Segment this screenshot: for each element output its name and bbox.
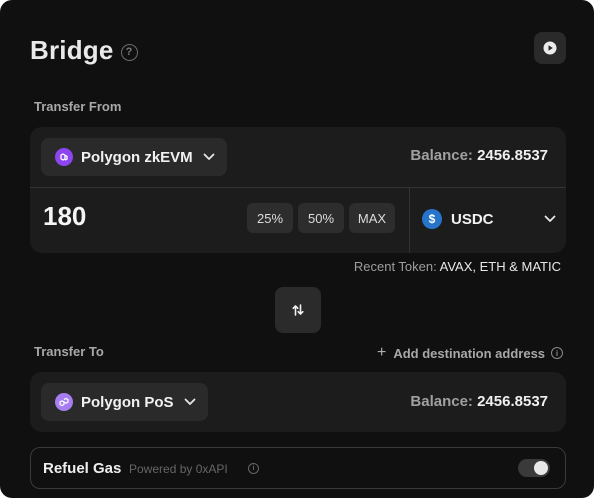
add-destination-button[interactable]: + Add destination address i	[377, 344, 564, 362]
chevron-down-icon	[203, 153, 215, 160]
source-balance: Balance: 2456.8537	[410, 147, 548, 164]
info-icon[interactable]: i	[248, 463, 259, 474]
transfer-from-card: Polygon zkEVM Balance: 2456.8537 180 25%…	[30, 127, 566, 253]
usdc-logo-icon: $	[422, 209, 442, 229]
token-select[interactable]: $ USDC	[422, 209, 556, 229]
source-balance-label: Balance:	[410, 147, 473, 164]
bridge-panel: Bridge ? Transfer From Polygon zkEVM Bal…	[0, 0, 594, 498]
refuel-gas-toggle[interactable]	[518, 459, 550, 477]
destination-balance-label: Balance:	[410, 393, 473, 410]
amount-input[interactable]: 180	[43, 201, 86, 232]
destination-balance-value: 2456.8537	[477, 393, 548, 410]
page-title: Bridge	[30, 34, 114, 65]
info-icon: i	[551, 347, 564, 359]
recent-tokens: Recent Token: AVAX, ETH & MATIC	[354, 259, 561, 274]
recent-tokens-list[interactable]: AVAX, ETH & MATIC	[440, 259, 561, 274]
polygon-pos-logo-icon	[55, 393, 73, 411]
percent-25-button[interactable]: 25%	[247, 203, 293, 233]
play-icon	[543, 41, 557, 55]
token-name: USDC	[451, 210, 494, 228]
destination-balance: Balance: 2456.8537	[410, 393, 548, 410]
transfer-to-card: Polygon PoS Balance: 2456.8537	[30, 372, 566, 432]
source-chain-name: Polygon zkEVM	[81, 148, 193, 166]
recent-tokens-label: Recent Token:	[353, 259, 437, 274]
source-chain-select[interactable]: Polygon zkEVM	[41, 138, 227, 176]
swap-direction-button[interactable]	[275, 287, 321, 333]
toggle-knob	[534, 461, 548, 475]
plus-icon: +	[377, 344, 387, 361]
chevron-down-icon	[184, 398, 195, 405]
max-button[interactable]: MAX	[349, 203, 395, 233]
chevron-down-icon	[544, 215, 556, 222]
help-icon[interactable]: ?	[120, 43, 138, 61]
swap-arrows-icon	[292, 304, 304, 316]
percent-50-button[interactable]: 50%	[298, 203, 344, 233]
title-row: Bridge ?	[30, 32, 138, 68]
card-divider-vertical	[409, 187, 410, 253]
polygon-zkevm-logo-icon	[55, 148, 73, 166]
transfer-to-label: Transfer To	[34, 344, 104, 359]
play-button[interactable]	[534, 32, 566, 64]
destination-chain-name: Polygon PoS	[81, 393, 174, 411]
add-destination-label: Add destination address	[393, 345, 546, 361]
card-divider	[30, 187, 566, 188]
source-balance-value: 2456.8537	[477, 147, 548, 164]
refuel-powered-by: Powered by 0xAPI	[129, 462, 228, 476]
destination-chain-select[interactable]: Polygon PoS	[41, 383, 208, 421]
refuel-gas-label: Refuel Gas	[43, 460, 122, 477]
refuel-gas-row: Refuel Gas Powered by 0xAPI i	[30, 447, 566, 489]
transfer-from-label: Transfer From	[34, 99, 122, 114]
